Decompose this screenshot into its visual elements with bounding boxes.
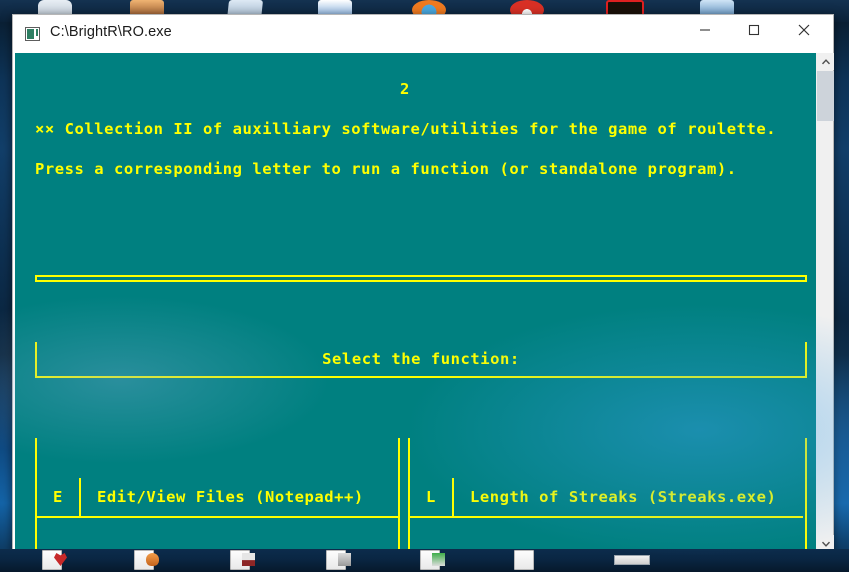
scroll-up-icon[interactable]	[817, 53, 834, 70]
table-header-label: Select the function:	[322, 350, 520, 368]
minimize-button[interactable]	[682, 15, 728, 45]
close-button[interactable]	[781, 15, 827, 45]
column-gap	[400, 438, 408, 552]
menu-label: Edit/View Files (Notepad++)	[97, 488, 364, 506]
table-top-border	[35, 275, 807, 282]
taskbar-item-6[interactable]	[514, 550, 534, 570]
menu-item-E[interactable]: E Edit/View Files (Notepad++)	[37, 478, 398, 518]
window-title: C:\BrightR\RO.exe	[50, 24, 172, 40]
function-menu-table: Select the function: E Edit/View Files (…	[35, 215, 807, 552]
taskbar-badge-2	[146, 553, 159, 566]
console-app-icon	[25, 27, 40, 41]
vertical-scrollbar[interactable]	[816, 53, 834, 552]
taskbar-item-7[interactable]	[614, 555, 650, 565]
collection-description-line: ×× Collection II of auxilliary software/…	[35, 120, 777, 138]
taskbar-badge-3	[242, 553, 255, 566]
desktop-background: C:\BrightR\RO.exe 2 ×× Collection II of …	[0, 0, 849, 572]
console-text-screen: 2 ×× Collection II of auxilliary softwar…	[15, 53, 816, 552]
table-header-row: Select the function:	[35, 342, 807, 378]
taskbar-badge-5	[432, 553, 445, 566]
title-bar[interactable]: C:\BrightR\RO.exe	[13, 15, 833, 53]
scroll-thumb[interactable]	[817, 71, 834, 121]
menu-label: Length of Streaks (Streaks.exe)	[470, 488, 777, 506]
taskbar-badge-4	[338, 553, 351, 566]
menu-column-right: L Length of Streaks (Streaks.exe) 2 View…	[408, 438, 803, 552]
menu-column-left: E Edit/View Files (Notepad++) 1 View HEM…	[37, 438, 400, 552]
taskbar[interactable]	[0, 549, 849, 572]
menu-rows-area: E Edit/View Files (Notepad++) 1 View HEM…	[35, 438, 807, 552]
menu-key: E	[37, 478, 81, 516]
console-window: C:\BrightR\RO.exe 2 ×× Collection II of …	[12, 14, 834, 553]
instruction-line: Press a corresponding letter to run a fu…	[35, 160, 737, 178]
menu-key: L	[410, 478, 454, 516]
console-client-area[interactable]: 2 ×× Collection II of auxilliary softwar…	[15, 53, 833, 552]
page-number-line: 2	[400, 80, 410, 98]
menu-item-L[interactable]: L Length of Streaks (Streaks.exe)	[410, 478, 803, 518]
maximize-button[interactable]	[731, 15, 777, 45]
